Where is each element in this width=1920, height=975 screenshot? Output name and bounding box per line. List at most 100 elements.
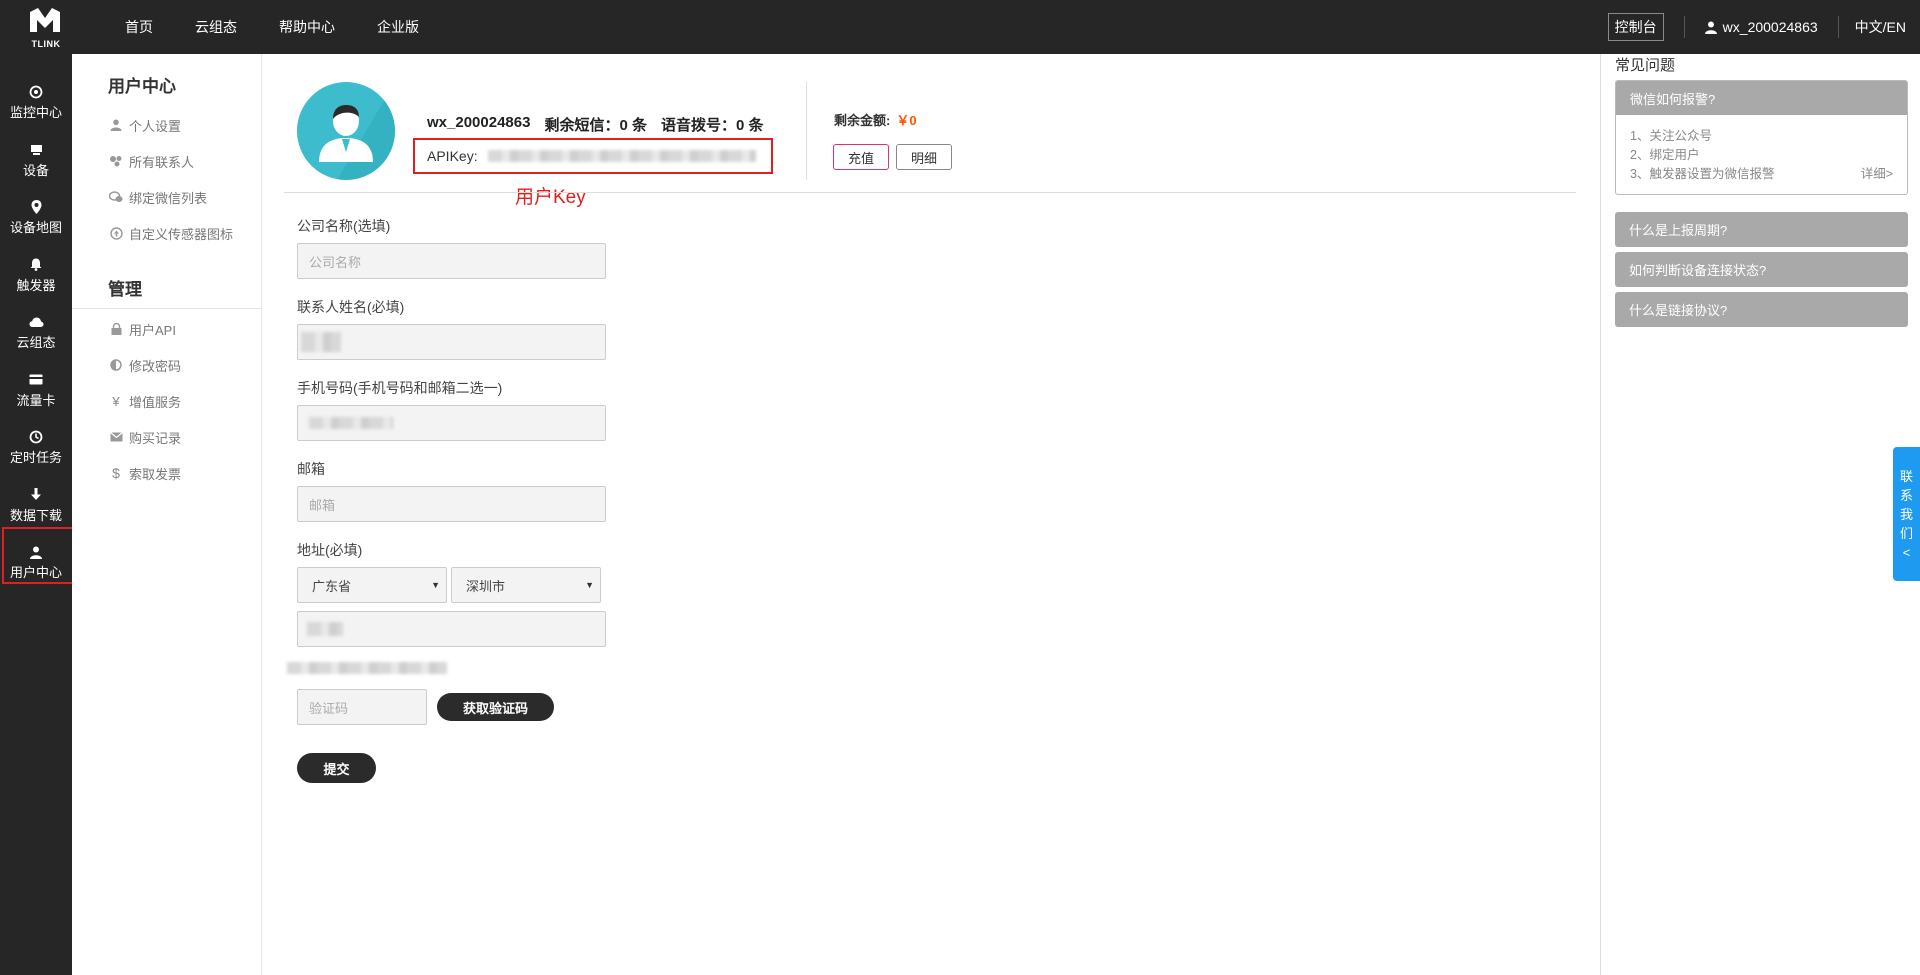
contact-char: 联 [1899, 468, 1913, 484]
faq-question-link-protocol[interactable]: 什么是链接协议? [1615, 292, 1908, 327]
chevron-left-icon: < [1902, 544, 1911, 560]
email-input[interactable]: 邮箱 [297, 486, 606, 522]
top-right: 控制台 wx_200024863 中文/EN [1607, 0, 1920, 54]
submenu-item-purchase-records[interactable]: 购买记录 [72, 419, 261, 455]
sidebar-label: 数据下载 [9, 507, 62, 523]
caret-down-icon: ▼ [431, 580, 440, 590]
faq-question-wechat-alarm[interactable]: 微信如何报警? [1616, 81, 1907, 115]
apikey-value-redacted [487, 150, 756, 162]
submit-button[interactable]: 提交 [297, 753, 376, 783]
balance-amount: ￥0 [896, 113, 917, 128]
get-code-button[interactable]: 获取验证码 [437, 693, 554, 721]
avatar [297, 82, 395, 180]
sidebar-item-trigger[interactable]: 触发器 [0, 247, 72, 305]
province-select[interactable]: 广东省 ▼ [297, 567, 447, 603]
verification-code-input[interactable]: 验证码 [297, 689, 427, 725]
apikey-field[interactable]: APIKey: [413, 138, 773, 174]
console-button[interactable]: 控制台 [1607, 13, 1664, 41]
user-name: wx_200024863 [1722, 19, 1818, 35]
caret-down-icon: ▼ [585, 580, 594, 590]
faq-question-report-cycle[interactable]: 什么是上报周期? [1615, 212, 1908, 247]
detail-button[interactable]: 明细 [896, 144, 953, 170]
address-detail-input[interactable] [297, 611, 606, 647]
dollar-icon: $ [112, 465, 120, 481]
phone-input[interactable] [297, 405, 606, 441]
cloud-icon [29, 317, 43, 328]
submenu-item-wechat-list[interactable]: 绑定微信列表 [72, 179, 261, 215]
contact-char: 系 [1899, 487, 1913, 503]
half-circle-icon [110, 359, 122, 371]
region-select-row: 广东省 ▼ 深圳市 ▼ [297, 567, 617, 603]
sidebar-item-scheduled-task[interactable]: 定时任务 [0, 419, 72, 477]
submenu-label: 所有联系人 [129, 154, 195, 170]
submenu-label: 绑定微信列表 [129, 190, 208, 206]
contacts-icon [110, 156, 122, 167]
submenu-label: 购买记录 [129, 430, 182, 446]
sidebar-item-monitor[interactable]: 监控中心 [0, 74, 72, 132]
contact-char: 们 [1899, 525, 1913, 541]
faq-step: 1、关注公众号 [1630, 129, 1712, 143]
sidebar-item-data-download[interactable]: 数据下载 [0, 477, 72, 535]
sidebar-label: 流量卡 [16, 392, 56, 408]
sidebar-label: 设备 [22, 162, 49, 178]
profile-form: 公司名称(选填) 公司名称 联系人姓名(必填) 手机号码(手机号码和邮箱二选一)… [287, 216, 617, 783]
submenu-label: 个人设置 [129, 118, 182, 134]
contact-name-label: 联系人姓名(必填) [297, 299, 405, 315]
email-label: 邮箱 [297, 461, 325, 477]
download-icon [31, 487, 41, 500]
contact-name-input[interactable] [297, 324, 606, 360]
verification-row: 验证码 获取验证码 [297, 689, 617, 725]
balance-label: 剩余金额: [834, 113, 891, 128]
user-icon [1704, 21, 1717, 34]
recharge-button[interactable]: 充值 [833, 144, 890, 170]
submenu-item-change-password[interactable]: 修改密码 [72, 347, 261, 383]
submenu-item-custom-sensor-icons[interactable]: 自定义传感器图标 [72, 215, 261, 251]
language-switch[interactable]: 中文/EN [1839, 17, 1920, 37]
company-input[interactable]: 公司名称 [297, 243, 606, 279]
bell-icon [30, 258, 42, 272]
faq-answer: 1、关注公众号 2、绑定用户 3、触发器设置为微信报警 详细> [1616, 115, 1907, 194]
contact-us-tab[interactable]: 联 系 我 们 < [1893, 447, 1920, 581]
nav-enterprise[interactable]: 企业版 [356, 0, 440, 54]
clock-icon [29, 430, 43, 444]
sidebar-item-map[interactable]: 设备地图 [0, 189, 72, 247]
top-bar: TLINK 首页 云组态 帮助中心 企业版 控制台 wx_200024863 中… [0, 0, 1920, 54]
user-center-submenu: 用户中心 个人设置 所有联系人 绑定微信列表 自定义传感器图标 管理 用户API… [72, 54, 262, 975]
nav-home[interactable]: 首页 [104, 0, 174, 54]
balance: 剩余金额: ￥0 [834, 110, 917, 129]
address-label: 地址(必填) [297, 542, 363, 558]
submenu-item-contacts[interactable]: 所有联系人 [72, 143, 261, 179]
card-icon [29, 374, 43, 385]
submenu-label: 索取发票 [129, 466, 182, 482]
sidebar-item-cloud[interactable]: 云组态 [0, 304, 72, 362]
submenu-item-value-added[interactable]: ¥ 增值服务 [72, 383, 261, 419]
submenu-title-user-center: 用户中心 [108, 77, 176, 96]
company-label: 公司名称(选填) [297, 218, 391, 234]
city-select[interactable]: 深圳市 ▼ [451, 567, 601, 603]
logo-icon [30, 8, 60, 32]
phone-label: 手机号码(手机号码和邮箱二选一) [297, 380, 503, 396]
nav-help[interactable]: 帮助中心 [258, 0, 356, 54]
faq-step: 3、触发器设置为微信报警 [1630, 167, 1775, 181]
user-menu[interactable]: wx_200024863 [1685, 19, 1838, 35]
submenu-title-manage: 管理 [108, 280, 142, 299]
sidebar-item-sim-card[interactable]: 流量卡 [0, 362, 72, 420]
contact-char: 我 [1899, 506, 1913, 522]
nav-cloud-config[interactable]: 云组态 [174, 0, 258, 54]
submenu-item-user-api[interactable]: 用户API [72, 311, 261, 347]
logo-text: TLINK [31, 39, 61, 49]
lock-icon [111, 323, 121, 335]
person-icon [110, 119, 122, 131]
apikey-annotation: 用户Key [515, 187, 586, 208]
phone-redacted [309, 417, 393, 429]
tlink-logo[interactable]: TLINK [28, 6, 64, 50]
submenu-item-invoice[interactable]: $ 索取发票 [72, 455, 261, 491]
submenu-item-personal-settings[interactable]: 个人设置 [72, 107, 261, 143]
sidebar-item-device[interactable]: 设备 [0, 132, 72, 190]
faq-question-connection-status[interactable]: 如何判断设备连接状态? [1615, 252, 1908, 287]
submenu-label: 修改密码 [129, 358, 182, 374]
map-pin-icon [31, 200, 41, 215]
faq-detail-link[interactable]: 详细> [1861, 165, 1893, 184]
submenu-label: 自定义传感器图标 [129, 226, 234, 242]
submenu-label: 增值服务 [129, 394, 182, 410]
